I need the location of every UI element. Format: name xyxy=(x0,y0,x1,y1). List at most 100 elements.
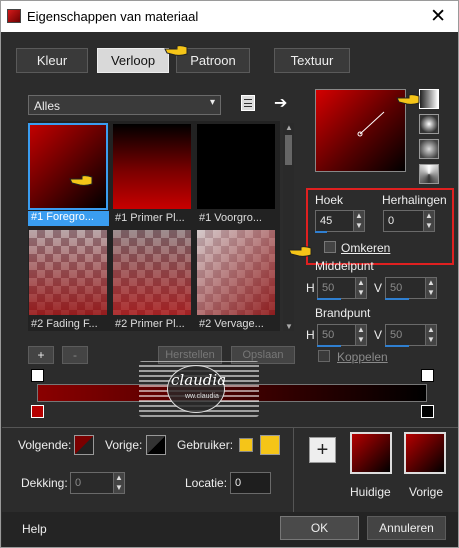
center-v-slider[interactable] xyxy=(385,298,409,300)
gradient-preview[interactable] xyxy=(315,89,406,172)
color-stop-end[interactable] xyxy=(421,405,434,418)
focal-label: Brandpunt xyxy=(315,306,371,320)
focal-h-value: 50 xyxy=(322,329,335,341)
focal-v-label: V xyxy=(374,328,383,342)
user-color-swatch-2[interactable] xyxy=(260,435,280,455)
prev-color-label: Vorige: xyxy=(105,438,143,452)
scroll-down-icon[interactable]: ▼ xyxy=(285,322,293,331)
gradient-tile-2[interactable] xyxy=(112,123,192,210)
current-gradient-swatch[interactable] xyxy=(350,432,392,474)
current-label: Huidige xyxy=(350,485,391,499)
divider xyxy=(293,427,294,513)
angle-label: Hoek xyxy=(315,193,344,207)
repeats-value: 0 xyxy=(388,215,395,227)
opacity-stop-start[interactable] xyxy=(31,369,44,382)
close-icon[interactable]: ✕ xyxy=(430,5,446,28)
location-input[interactable]: 0 xyxy=(230,472,271,494)
repeats-input[interactable]: 0 ▲ ▼ xyxy=(383,210,435,232)
tab-textuur[interactable]: Textuur xyxy=(274,48,350,73)
gradient-tile-4[interactable] xyxy=(28,229,108,316)
spin-arrows-icon[interactable]: ▲ ▼ xyxy=(353,211,364,231)
center-h-input[interactable]: 50 ▲ ▼ xyxy=(317,277,367,299)
user-color-label: Gebruiker: xyxy=(177,438,234,452)
ok-button[interactable]: OK xyxy=(280,516,359,540)
gradient-caption-5[interactable]: #2 Primer Pl... xyxy=(115,318,195,330)
focal-v-value: 50 xyxy=(390,329,403,341)
user-color-swatch-1[interactable] xyxy=(239,438,253,452)
focal-v-input[interactable]: 50 ▲ ▼ xyxy=(385,324,437,346)
center-v-label: V xyxy=(374,281,383,295)
watermark-subtext: ww.claudia xyxy=(185,393,219,400)
tab-kleur[interactable]: Kleur xyxy=(16,48,88,73)
gradient-tile-3[interactable] xyxy=(196,123,276,210)
gradient-list-scrollbar[interactable]: ▲ ▼ xyxy=(283,123,294,331)
filter-value: Alles xyxy=(34,99,61,113)
opacity-stop-end[interactable] xyxy=(421,369,434,382)
chevron-down-icon: ▾ xyxy=(209,97,215,108)
opacity-label: Dekking: xyxy=(21,476,68,490)
title-bar: Eigenschappen van materiaal ✕ xyxy=(1,1,458,32)
cancel-button[interactable]: Annuleren xyxy=(367,516,446,540)
watermark-logo: claudia ww.claudia xyxy=(139,361,259,417)
spin-arrows-icon[interactable]: ▲ ▼ xyxy=(113,473,124,493)
gradient-caption-2[interactable]: #1 Primer Pl... xyxy=(115,212,195,224)
sunburst-style-icon[interactable] xyxy=(419,139,439,159)
gradient-tile-1[interactable] xyxy=(28,123,108,210)
gradient-tile-6[interactable] xyxy=(196,229,276,316)
opacity-value: 0 xyxy=(75,477,82,489)
gradient-caption-6[interactable]: #2 Vervage... xyxy=(199,318,277,330)
center-v-input[interactable]: 50 ▲ ▼ xyxy=(385,277,437,299)
link-checkbox[interactable] xyxy=(318,350,330,362)
rectangular-style-icon[interactable] xyxy=(419,114,439,134)
previous-label: Vorige xyxy=(409,485,444,499)
gradient-direction-line xyxy=(357,111,385,137)
pointing-hand-icon xyxy=(69,175,93,186)
location-value: 0 xyxy=(235,477,242,489)
opacity-input[interactable]: 0 ▲ ▼ xyxy=(70,472,125,494)
watermark-text: claudia xyxy=(171,371,227,389)
gradient-tile-5[interactable] xyxy=(112,229,192,316)
link-label[interactable]: Koppelen xyxy=(337,350,388,364)
pointing-hand-icon xyxy=(164,45,188,56)
linear-style-icon[interactable] xyxy=(419,89,439,109)
prev-color-swatch[interactable] xyxy=(146,435,166,455)
invert-label[interactable]: Omkeren xyxy=(341,241,390,255)
tab-verloop[interactable]: Verloop xyxy=(97,48,169,73)
center-h-label: H xyxy=(306,281,315,295)
location-label: Locatie: xyxy=(185,476,228,490)
gradient-caption-1[interactable]: #1 Foregro... xyxy=(28,211,109,226)
scrollbar-thumb[interactable] xyxy=(285,135,292,165)
color-stop-start[interactable] xyxy=(31,405,44,418)
scroll-up-icon[interactable]: ▲ xyxy=(285,123,293,132)
spin-arrows-icon[interactable]: ▲ ▼ xyxy=(425,325,436,345)
center-label: Middelpunt xyxy=(315,259,374,273)
focal-h-slider[interactable] xyxy=(317,345,341,347)
next-color-swatch[interactable] xyxy=(74,435,94,455)
add-color-button[interactable]: + xyxy=(309,437,336,463)
spin-arrows-icon[interactable]: ▲ ▼ xyxy=(355,325,366,345)
spin-arrows-icon[interactable]: ▲ ▼ xyxy=(423,211,434,231)
angle-slider[interactable] xyxy=(315,231,327,233)
focal-h-label: H xyxy=(306,328,315,342)
spin-arrows-icon[interactable]: ▲ ▼ xyxy=(425,278,436,298)
filter-dropdown[interactable]: Alles ▾ xyxy=(28,95,221,115)
gradient-caption-3[interactable]: #1 Voorgro... xyxy=(199,212,277,224)
invert-checkbox[interactable] xyxy=(324,241,336,253)
spin-arrows-icon[interactable]: ▲ ▼ xyxy=(355,278,366,298)
center-h-slider[interactable] xyxy=(317,298,341,300)
gradient-caption-4[interactable]: #2 Fading F... xyxy=(31,318,109,330)
help-link[interactable]: Help xyxy=(22,522,47,536)
angle-input[interactable]: 45 ▲ ▼ xyxy=(315,210,365,232)
arrow-right-icon[interactable]: ➔ xyxy=(274,93,287,113)
previous-gradient-swatch[interactable] xyxy=(404,432,446,474)
pointing-hand-icon xyxy=(288,246,312,257)
focal-h-input[interactable]: 50 ▲ ▼ xyxy=(317,324,367,346)
focal-v-slider[interactable] xyxy=(385,345,409,347)
add-gradient-button[interactable]: + xyxy=(28,346,54,364)
list-view-icon[interactable] xyxy=(241,95,255,111)
remove-gradient-button[interactable]: - xyxy=(62,346,88,364)
center-h-value: 50 xyxy=(322,282,335,294)
window-title: Eigenschappen van materiaal xyxy=(27,9,199,24)
pointing-hand-icon xyxy=(396,94,420,105)
radial-style-icon[interactable] xyxy=(419,164,439,184)
